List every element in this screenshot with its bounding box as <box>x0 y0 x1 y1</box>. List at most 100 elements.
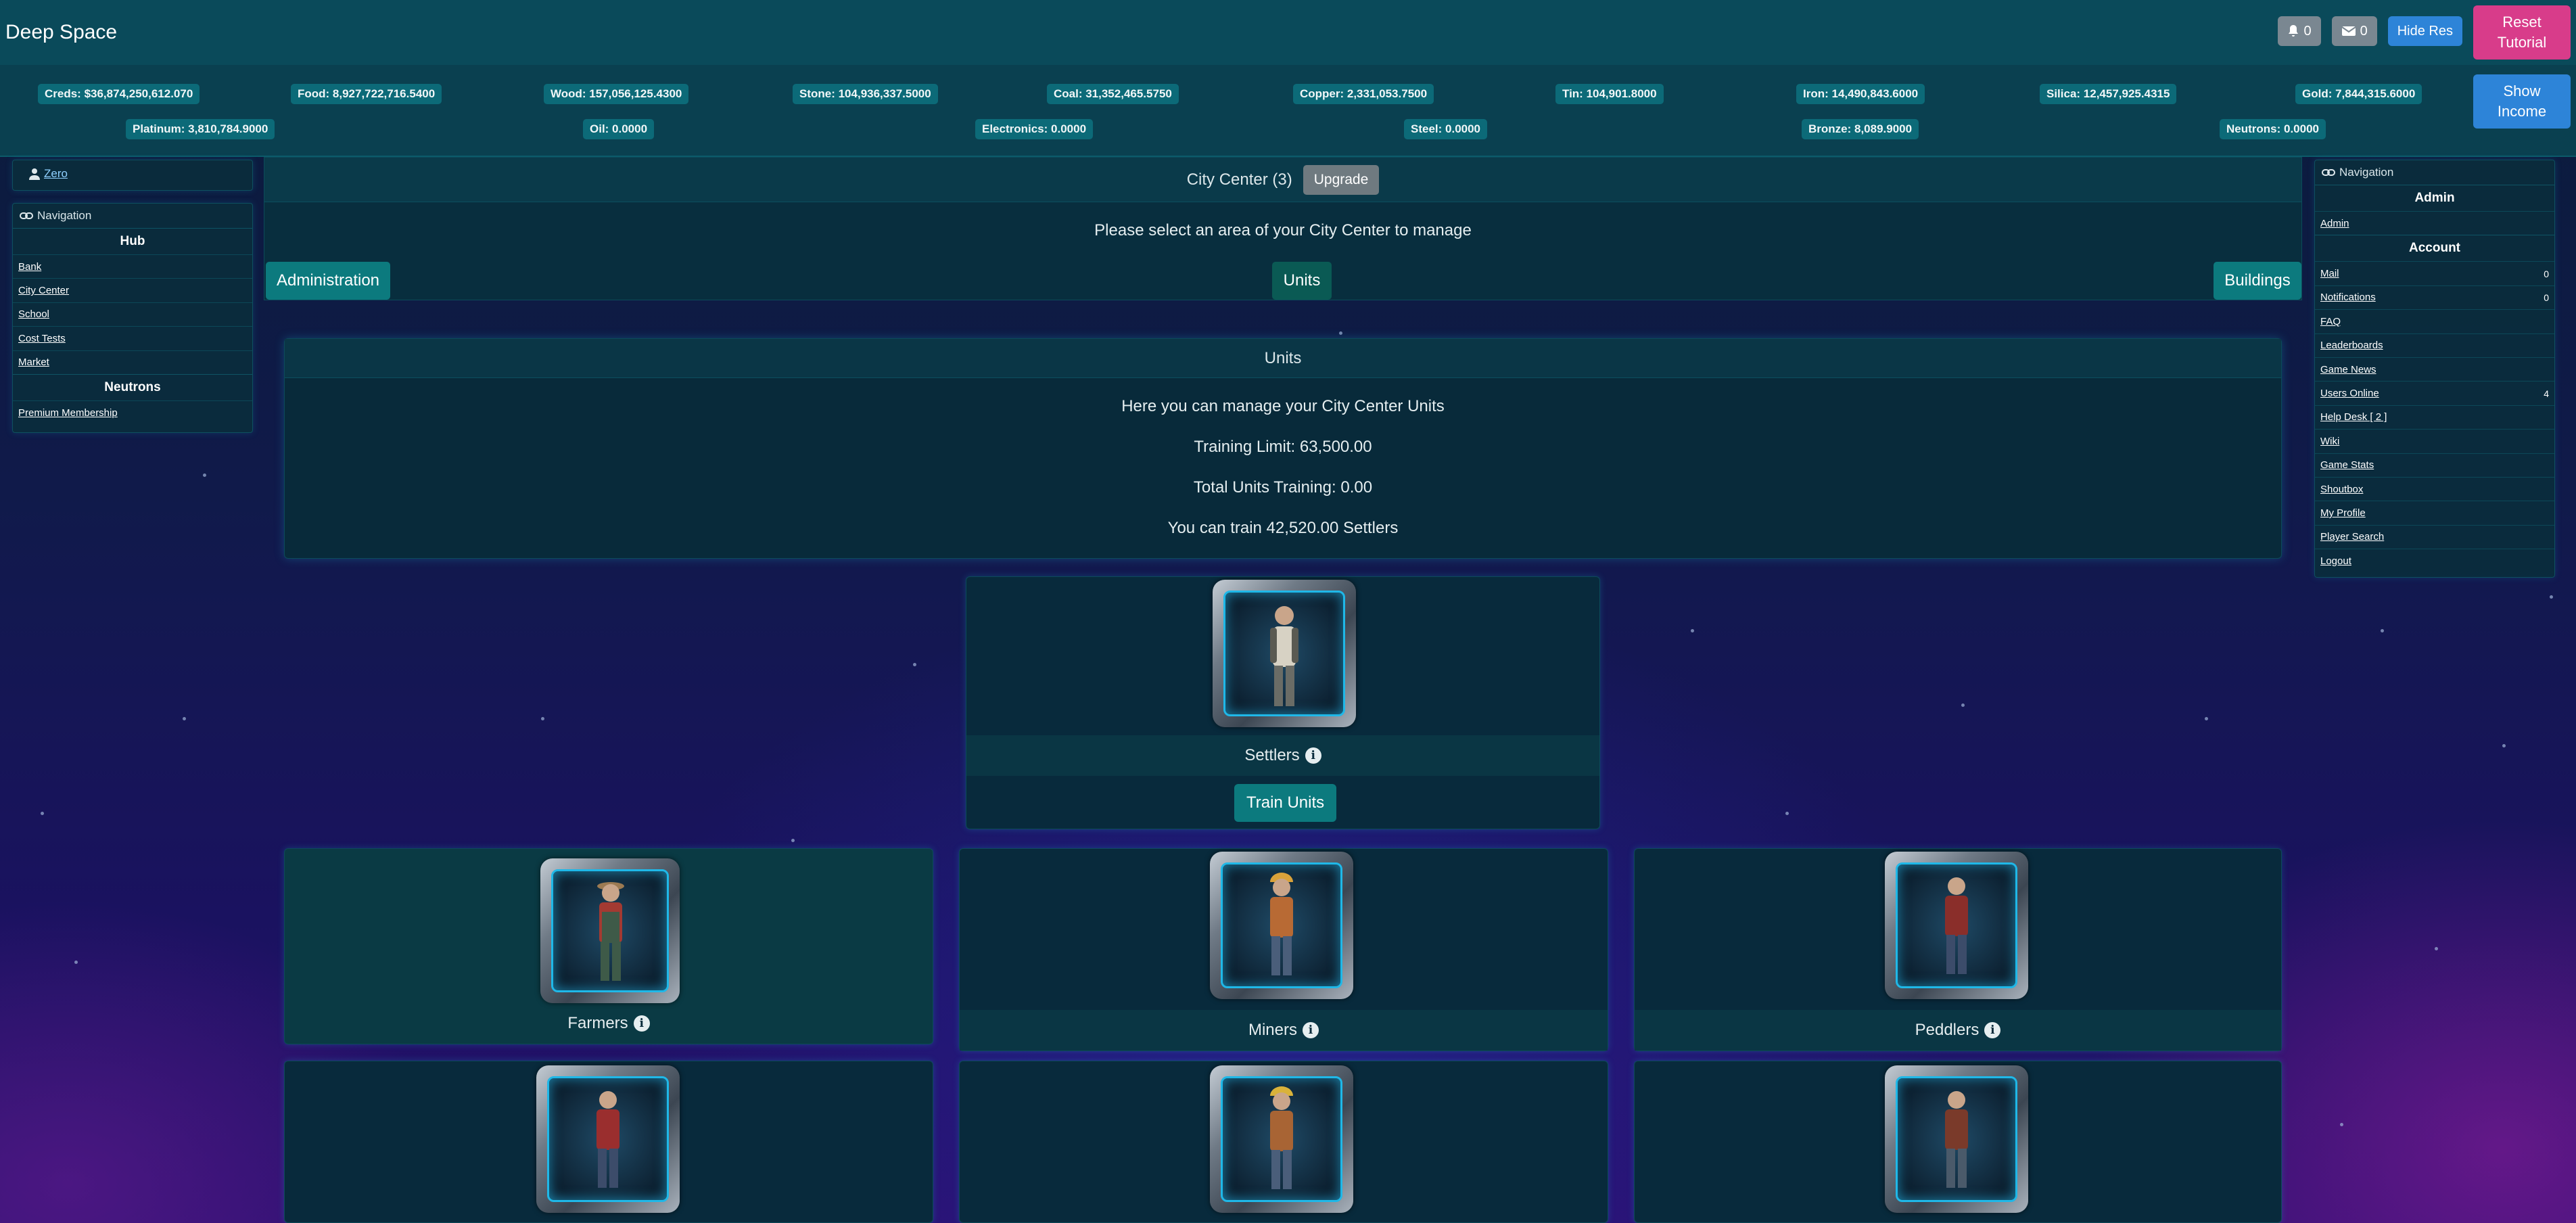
sidebar-item-cost-tests[interactable]: Cost Tests <box>13 326 252 350</box>
sidebar-item-game-news[interactable]: Game News <box>2315 356 2554 381</box>
sidebar-item-label[interactable]: Premium Membership <box>18 407 118 419</box>
info-icon[interactable]: i <box>1305 747 1321 764</box>
show-income-line2: Income <box>2497 103 2547 120</box>
sidebar-item-label[interactable]: Admin <box>2320 218 2349 229</box>
sidebar-item-label[interactable]: Cost Tests <box>18 333 66 344</box>
reset-tutorial-line2: Tutorial <box>2497 34 2547 51</box>
sidebar-item-label[interactable]: City Center <box>18 285 69 296</box>
left-nav-header: Navigation <box>13 204 252 228</box>
mail-count: 0 <box>2360 23 2368 39</box>
sidebar-item-mail[interactable]: Mail 0 <box>2315 261 2554 285</box>
sidebar-item-label[interactable]: Users Online <box>2320 388 2379 399</box>
brand-title[interactable]: Deep Space <box>5 21 117 44</box>
sidebar-item-premium-membership[interactable]: Premium Membership <box>13 400 252 424</box>
resource-creds: Creds: $36,874,250,612.070 <box>38 84 200 104</box>
sidebar-item-market[interactable]: Market <box>13 350 252 374</box>
top-bar: Deep Space 0 0 Hide Res Reset Tutorial <box>0 0 2576 65</box>
notifications-button[interactable]: 0 <box>2278 16 2321 46</box>
units-description: Here you can manage your City Center Uni… <box>1121 397 1445 415</box>
peddlers-portrait[interactable] <box>1885 852 2028 999</box>
sidebar-item-label[interactable]: Market <box>18 356 49 368</box>
sidebar-item-player-search[interactable]: Player Search <box>2315 524 2554 549</box>
sidebar-item-label[interactable]: Game Stats <box>2320 459 2374 471</box>
sidebar-item-logout[interactable]: Logout <box>2315 549 2554 572</box>
sidebar-item-label[interactable]: Player Search <box>2320 531 2384 543</box>
settlers-portrait[interactable] <box>1213 580 1356 727</box>
sidebar-item-faq[interactable]: FAQ <box>2315 309 2554 333</box>
sidebar-item-label[interactable]: My Profile <box>2320 507 2366 519</box>
worker-figure-icon <box>1945 1091 1968 1188</box>
resource-food: Food: 8,927,722,716.5400 <box>291 84 442 104</box>
resource-oil: Oil: 0.0000 <box>583 119 655 139</box>
sidebar-item-admin[interactable]: Admin <box>2315 211 2554 235</box>
sidebar-item-shoutbox[interactable]: Shoutbox <box>2315 476 2554 501</box>
tab-buildings[interactable]: Buildings <box>2214 262 2301 300</box>
resource-silica: Silica: 12,457,925.4315 <box>2040 84 2177 104</box>
worker-figure-icon <box>1270 1086 1293 1189</box>
sidebar-item-label[interactable]: Logout <box>2320 555 2351 567</box>
sidebar-item-label[interactable]: Notifications <box>2320 292 2376 303</box>
sidebar-item-notifications[interactable]: Notifications 0 <box>2315 285 2554 309</box>
sidebar-item-label[interactable]: Shoutbox <box>2320 484 2363 495</box>
sidebar-item-leaderboards[interactable]: Leaderboards <box>2315 333 2554 357</box>
info-icon[interactable]: i <box>1303 1022 1319 1038</box>
hub-section-title: Hub <box>13 228 252 254</box>
unit-portrait[interactable] <box>1885 1065 2028 1213</box>
resource-iron: Iron: 14,490,843.6000 <box>1796 84 1925 104</box>
settlers-label-row: Settlers i <box>966 735 1599 776</box>
sidebar-item-my-profile[interactable]: My Profile <box>2315 501 2554 524</box>
right-nav-header: Navigation <box>2315 160 2554 185</box>
sidebar-item-label[interactable]: Game News <box>2320 364 2376 375</box>
sidebar-item-label[interactable]: Mail <box>2320 268 2339 279</box>
unit-card <box>959 1061 1608 1223</box>
reset-tutorial-button[interactable]: Reset Tutorial <box>2473 5 2571 60</box>
resource-platinum: Platinum: 3,810,784.9000 <box>126 119 275 139</box>
show-income-button[interactable]: Show Income <box>2473 74 2571 129</box>
resource-electronics: Electronics: 0.0000 <box>975 119 1094 139</box>
sidebar-item-help-desk[interactable]: Help Desk [ 2 ] <box>2315 405 2554 429</box>
left-nav-title: Navigation <box>37 209 92 222</box>
sidebar-item-school[interactable]: School <box>13 302 252 326</box>
mail-button[interactable]: 0 <box>2331 16 2377 46</box>
resource-gold: Gold: 7,844,315.6000 <box>2295 84 2422 104</box>
miners-portrait[interactable] <box>1210 852 1353 999</box>
account-section-title: Account <box>2315 235 2554 261</box>
tab-units[interactable]: Units <box>1272 262 1332 300</box>
train-units-button[interactable]: Train Units <box>1234 784 1337 822</box>
user-link[interactable]: Zero <box>44 167 68 181</box>
miner-figure-icon <box>1270 873 1293 975</box>
sidebar-item-label[interactable]: School <box>18 308 49 320</box>
user-panel: Zero <box>12 160 253 191</box>
farmers-label: Farmers <box>567 1014 628 1032</box>
city-center-panel: City Center (3) Upgrade Please select an… <box>264 157 2302 300</box>
sidebar-item-label[interactable]: Leaderboards <box>2320 340 2383 351</box>
unit-card <box>284 1061 933 1223</box>
resource-coal: Coal: 31,352,465.5750 <box>1047 84 1179 104</box>
info-icon[interactable]: i <box>1984 1022 2001 1038</box>
sidebar-item-users-online[interactable]: Users Online 4 <box>2315 381 2554 405</box>
upgrade-button[interactable]: Upgrade <box>1303 164 1380 195</box>
sidebar-item-label[interactable]: FAQ <box>2320 316 2341 327</box>
tab-administration[interactable]: Administration <box>266 262 390 300</box>
neutrons-section-title: Neutrons <box>13 373 252 400</box>
sidebar-item-wiki[interactable]: Wiki <box>2315 429 2554 453</box>
sidebar-item-label[interactable]: Help Desk [ 2 ] <box>2320 411 2387 423</box>
sidebar-item-bank[interactable]: Bank <box>13 254 252 278</box>
link-icon <box>2322 169 2335 176</box>
farmers-portrait[interactable] <box>540 858 680 1003</box>
unit-portrait[interactable] <box>1210 1065 1353 1213</box>
left-navigation-panel: Navigation Hub Bank City Center School C… <box>12 203 253 433</box>
peddlers-card: Peddlers i <box>1634 848 2282 1051</box>
info-icon[interactable]: i <box>633 1015 650 1032</box>
sidebar-item-label[interactable]: Wiki <box>2320 436 2339 447</box>
resource-copper: Copper: 2,331,053.7500 <box>1293 84 1434 104</box>
worker-figure-icon <box>596 1091 619 1188</box>
sidebar-item-label[interactable]: Bank <box>18 261 41 273</box>
sidebar-item-game-stats[interactable]: Game Stats <box>2315 453 2554 477</box>
hide-res-button[interactable]: Hide Res <box>2387 16 2462 46</box>
sidebar-item-city-center[interactable]: City Center <box>13 278 252 302</box>
resource-stone: Stone: 104,936,337.5000 <box>793 84 938 104</box>
top-actions: 0 0 Hide Res Reset Tutorial <box>2278 5 2571 60</box>
notifications-badge: 0 <box>2544 292 2549 303</box>
unit-portrait[interactable] <box>536 1065 680 1213</box>
